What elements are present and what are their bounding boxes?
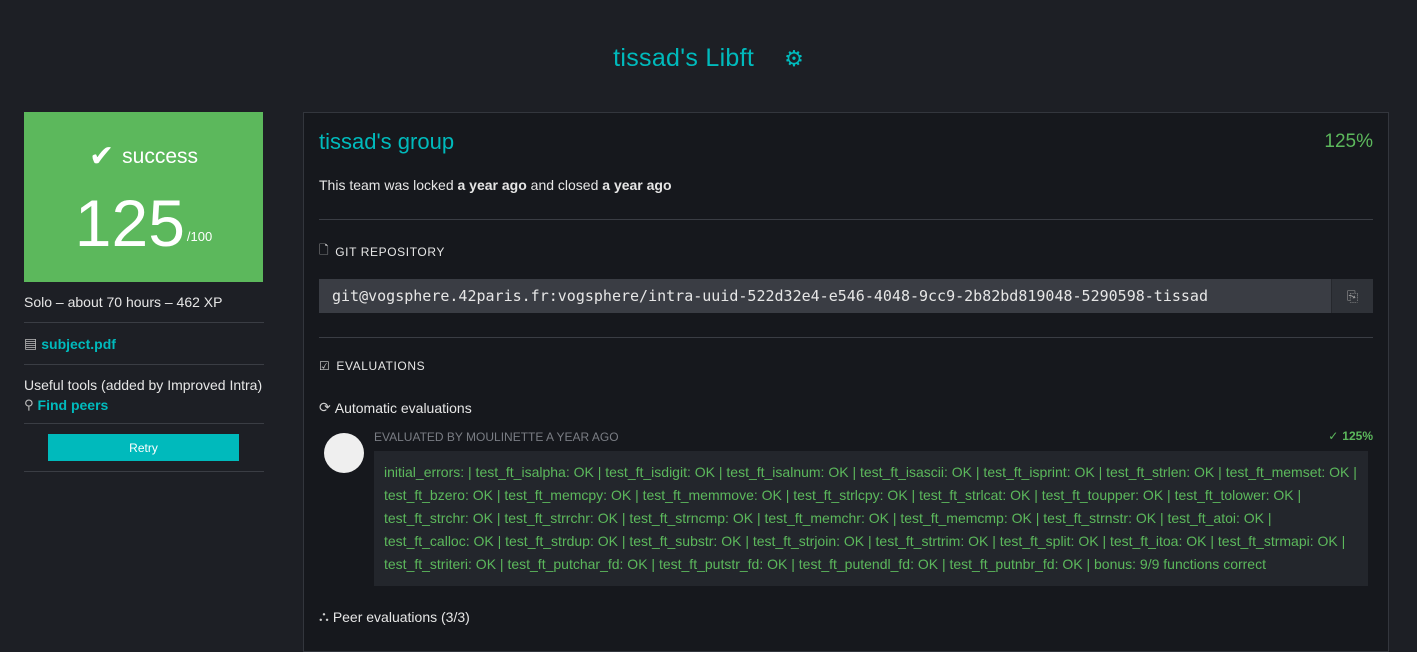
evaluation-result: initial_errors: | test_ft_isalpha: OK | … bbox=[374, 451, 1368, 586]
lock-prefix: This team was locked bbox=[319, 177, 454, 193]
status-line: ✔ success bbox=[24, 142, 263, 172]
retry-row: Retry bbox=[24, 424, 264, 472]
final-score: 125 bbox=[74, 186, 185, 260]
score-block: 125 /100 bbox=[24, 190, 263, 256]
evaluations-heading: ☑ EVALUATIONS bbox=[319, 359, 425, 373]
git-url-input[interactable] bbox=[319, 279, 1331, 313]
check-circle-icon: ✓ bbox=[1328, 429, 1339, 443]
group-title: tissad's group bbox=[319, 129, 455, 154]
sitemap-icon: ⛬ bbox=[319, 608, 329, 624]
avatar bbox=[324, 433, 364, 473]
subject-row: ▤ subject.pdf bbox=[24, 323, 264, 365]
divider bbox=[319, 219, 1373, 220]
score-max: /100 bbox=[186, 229, 213, 244]
peer-evaluations-heading: ⛬ Peer evaluations (3/3) bbox=[319, 608, 470, 625]
evaluation-score: ✓ 125% bbox=[1328, 429, 1373, 443]
status-card: ✔ success 125 /100 bbox=[24, 112, 263, 282]
automatic-evaluations-heading: ⟳ Automatic evaluations bbox=[319, 399, 472, 416]
gear-icon[interactable]: ⚙ bbox=[784, 47, 804, 70]
git-repo-field: ⎘ bbox=[319, 279, 1373, 313]
document-icon: ▤ bbox=[24, 335, 38, 351]
lock-status: This team was locked a year ago and clos… bbox=[319, 177, 672, 193]
useful-tools: Useful tools (added by Improved Intra) ⚲… bbox=[24, 365, 264, 424]
subject-pdf-link[interactable]: subject.pdf bbox=[41, 336, 116, 352]
team-panel: tissad's group 125% This team was locked… bbox=[303, 112, 1389, 652]
checkbox-icon: ☑ bbox=[319, 359, 331, 373]
file-code-icon: 🗋 bbox=[319, 243, 330, 257]
refresh-icon: ⟳ bbox=[319, 399, 331, 415]
page-header: tissad's Libft ⚙ bbox=[0, 44, 1417, 73]
find-peers-link[interactable]: Find peers bbox=[38, 397, 109, 413]
status-label: success bbox=[122, 145, 198, 168]
peer-label: Peer evaluations (3/3) bbox=[332, 608, 470, 625]
tools-label: Useful tools (added by Improved Intra) bbox=[24, 377, 263, 393]
lock-time: a year ago bbox=[457, 177, 527, 193]
find-peers-row: ⚲ Find peers bbox=[24, 397, 264, 413]
group-percent: 125% bbox=[1324, 131, 1373, 152]
close-time: a year ago bbox=[602, 177, 672, 193]
evaluations-label: EVALUATIONS bbox=[336, 359, 426, 373]
user-search-icon: ⚲ bbox=[24, 397, 34, 412]
check-icon: ✔ bbox=[89, 140, 115, 173]
lock-mid: and closed bbox=[530, 177, 599, 193]
evaluation-score-value: 125% bbox=[1342, 429, 1373, 443]
retry-button[interactable]: Retry bbox=[48, 434, 239, 461]
divider bbox=[319, 337, 1373, 338]
page-title: tissad's Libft bbox=[613, 44, 755, 72]
clipboard-icon[interactable]: ⎘ bbox=[1331, 279, 1373, 313]
automatic-label: Automatic evaluations bbox=[334, 399, 472, 416]
project-sidebar: ✔ success 125 /100 Solo – about 70 hours… bbox=[24, 112, 264, 472]
git-heading-label: GIT REPOSITORY bbox=[335, 244, 446, 259]
git-section-heading: 🗋 GIT REPOSITORY bbox=[319, 241, 445, 262]
evaluator-meta: EVALUATED BY MOULINETTE A YEAR AGO bbox=[374, 430, 619, 444]
project-info: Solo – about 70 hours – 462 XP bbox=[24, 282, 264, 323]
